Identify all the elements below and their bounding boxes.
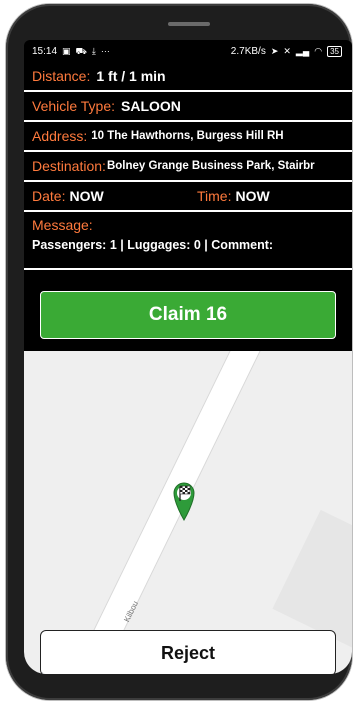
- message-section: Message: Passengers: 1 | Luggages: 0 | C…: [24, 212, 352, 270]
- date-label: Date:: [32, 188, 66, 204]
- time-group: Time: NOW: [187, 188, 352, 204]
- address-label: Address:: [32, 128, 88, 144]
- vehicle-type-label: Vehicle Type:: [32, 98, 116, 114]
- car-icon: ⛟: [75, 45, 87, 56]
- destination-label: Destination:: [32, 158, 106, 174]
- map-view[interactable]: Kilbou: [24, 351, 352, 674]
- distance-value: 1 ft / 1 min: [96, 68, 166, 84]
- destination-flag-pin-icon[interactable]: [172, 481, 196, 521]
- download-icon: ⤓: [91, 45, 96, 56]
- date-value: NOW: [69, 188, 104, 204]
- address-row: Address: 10 The Hawthorns, Burgess Hill …: [24, 122, 352, 152]
- phone-frame: 15:14 ▣ ⛟ ⤓ ··· 2.7KB/s ➤ ✕ ▂▄ ◠ 35 Dist…: [6, 4, 352, 700]
- network-speed: 2.7KB/s: [230, 45, 266, 57]
- screen: 15:14 ▣ ⛟ ⤓ ··· 2.7KB/s ➤ ✕ ▂▄ ◠ 35 Dist…: [24, 40, 352, 674]
- message-value: Passengers: 1 | Luggages: 0 | Comment:: [32, 238, 274, 252]
- wifi-icon: ◠: [314, 45, 323, 56]
- map-road: [56, 351, 275, 674]
- reject-button[interactable]: Reject: [40, 630, 336, 674]
- google-logo: gle: [36, 672, 49, 674]
- date-time-row: Date: NOW Time: NOW: [24, 182, 352, 212]
- battery-icon: 35: [327, 45, 342, 57]
- distance-row: Distance: 1 ft / 1 min: [24, 62, 352, 92]
- more-icon: ···: [100, 45, 110, 56]
- status-bar: 15:14 ▣ ⛟ ⤓ ··· 2.7KB/s ➤ ✕ ▂▄ ◠ 35: [24, 40, 352, 62]
- claim-button[interactable]: Claim 16: [40, 291, 336, 339]
- distance-label: Distance:: [32, 68, 91, 84]
- location-icon: ➤: [270, 45, 279, 56]
- image-icon: ▣: [62, 45, 71, 56]
- address-value: 10 The Hawthorns, Burgess Hill RH: [91, 130, 284, 142]
- map-block: [272, 509, 352, 649]
- signal-icon: ▂▄: [295, 45, 310, 56]
- vehicle-type-row: Vehicle Type: SALOON: [24, 92, 352, 122]
- earpiece: [168, 22, 210, 26]
- vehicle-type-value: SALOON: [121, 98, 181, 114]
- status-time: 15:14: [32, 45, 58, 57]
- destination-row: Destination: Bolney Grange Business Park…: [24, 152, 352, 182]
- message-label: Message:: [32, 217, 93, 233]
- date-group: Date: NOW: [32, 188, 187, 204]
- time-label: Time:: [197, 188, 232, 204]
- silent-icon: ✕: [283, 45, 291, 56]
- time-value: NOW: [235, 188, 270, 204]
- destination-value: Bolney Grange Business Park, Stairbr: [106, 160, 315, 172]
